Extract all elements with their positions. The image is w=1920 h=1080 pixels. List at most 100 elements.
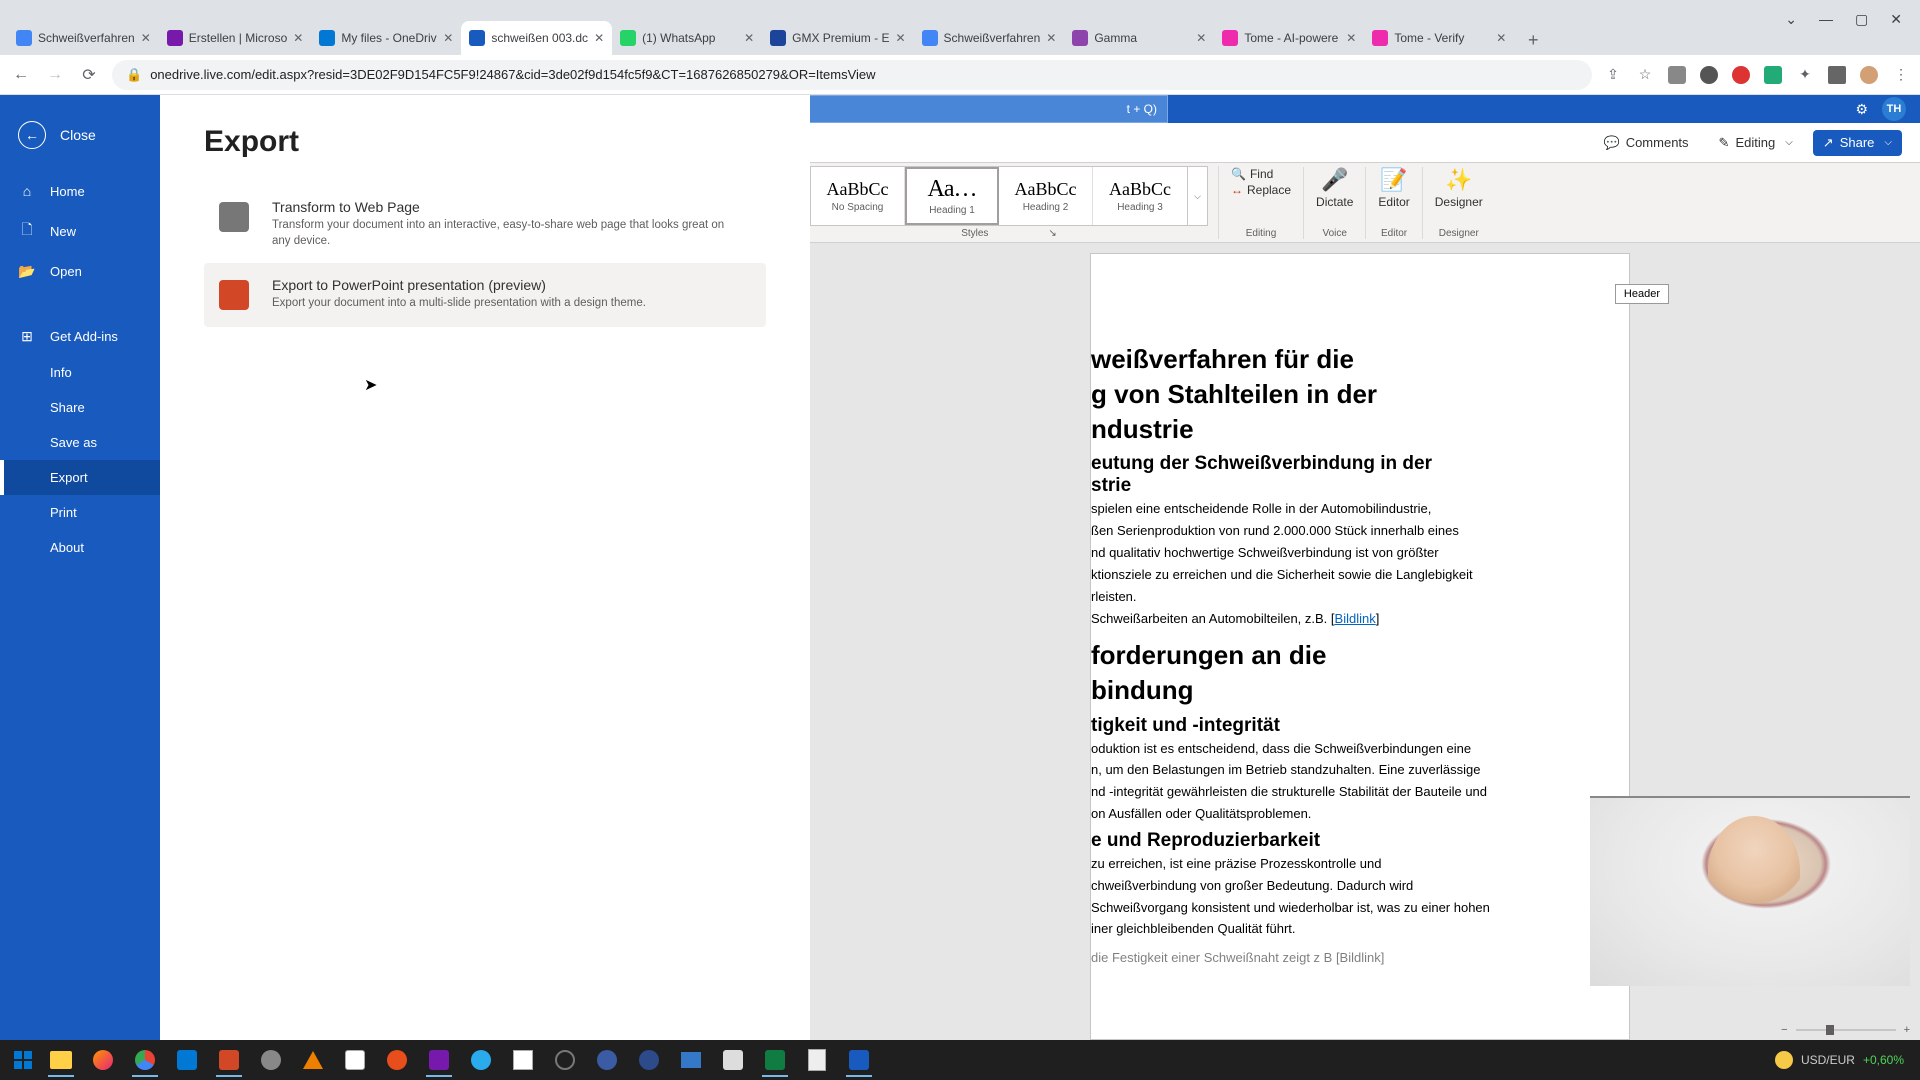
tab-close-icon[interactable]: ✕ bbox=[594, 31, 604, 45]
export-option[interactable]: Export to PowerPoint presentation (previ… bbox=[204, 263, 766, 327]
url-field[interactable]: 🔒 onedrive.live.com/edit.aspx?resid=3DE0… bbox=[112, 60, 1592, 90]
taskbar-firefox[interactable] bbox=[86, 1043, 120, 1077]
browser-tab[interactable]: schweißen 003.dc✕ bbox=[461, 21, 612, 55]
tab-close-icon[interactable]: ✕ bbox=[293, 31, 303, 45]
ext-icon-3[interactable] bbox=[1732, 66, 1750, 84]
taskbar-vlc[interactable] bbox=[296, 1043, 330, 1077]
chrome-menu-icon[interactable]: ⋮ bbox=[1892, 66, 1910, 84]
window-minimize-button[interactable]: — bbox=[1819, 11, 1833, 27]
style-option[interactable]: AaBbCcNo Spacing bbox=[811, 167, 905, 225]
nav-back-button[interactable]: ← bbox=[10, 64, 32, 86]
user-avatar[interactable]: TH bbox=[1882, 97, 1906, 121]
designer-icon[interactable]: ✨ bbox=[1445, 167, 1472, 193]
browser-tab[interactable]: Tome - Verify✕ bbox=[1364, 21, 1514, 55]
taskbar-word[interactable] bbox=[842, 1043, 876, 1077]
tab-close-icon[interactable]: ✕ bbox=[1196, 31, 1206, 45]
profile-avatar[interactable] bbox=[1860, 66, 1878, 84]
taskbar-excel[interactable] bbox=[758, 1043, 792, 1077]
browser-tab[interactable]: Erstellen | Microso✕ bbox=[159, 21, 312, 55]
bookmark-icon[interactable]: ☆ bbox=[1636, 66, 1654, 84]
export-option[interactable]: Transform to Web PageTransform your docu… bbox=[204, 185, 766, 263]
browser-tab[interactable]: Tome - AI-powere✕ bbox=[1214, 21, 1364, 55]
zoom-out-button[interactable]: − bbox=[1781, 1024, 1787, 1036]
backstage-nav-item[interactable]: ⌂Home bbox=[0, 173, 160, 209]
browser-tab[interactable]: Schweißverfahren✕ bbox=[8, 21, 159, 55]
taskbar-app-2[interactable] bbox=[338, 1043, 372, 1077]
taskbar-app-8[interactable] bbox=[674, 1043, 708, 1077]
browser-tab[interactable]: Gamma ✕ bbox=[1064, 21, 1214, 55]
styles-dialog-launcher[interactable]: ↘ bbox=[1048, 228, 1056, 239]
start-button[interactable] bbox=[6, 1043, 40, 1077]
zoom-control[interactable]: − + bbox=[1781, 1024, 1910, 1036]
tab-search-icon[interactable]: ⌄ bbox=[1785, 11, 1797, 28]
comments-button[interactable]: 💬Comments bbox=[1594, 130, 1699, 156]
taskbar-telegram[interactable] bbox=[464, 1043, 498, 1077]
tab-close-icon[interactable]: ✕ bbox=[141, 31, 151, 45]
style-option[interactable]: AaBbCcHeading 2 bbox=[999, 167, 1093, 225]
style-gallery-more[interactable]: ⌵ bbox=[1188, 166, 1208, 226]
tab-close-icon[interactable]: ✕ bbox=[1496, 31, 1506, 45]
window-close-button[interactable]: ✕ bbox=[1890, 11, 1902, 28]
backstage-nav-item[interactable]: 📂Open bbox=[0, 253, 160, 290]
taskbar-outlook[interactable] bbox=[170, 1043, 204, 1077]
new-tab-button[interactable]: + bbox=[1518, 25, 1548, 55]
backstage-nav-item[interactable]: Info bbox=[0, 355, 160, 390]
nav-reload-button[interactable]: ⟳ bbox=[78, 64, 100, 86]
ext-icon-2[interactable] bbox=[1700, 66, 1718, 84]
ext-icon-5[interactable] bbox=[1828, 66, 1846, 84]
backstage-nav-item[interactable]: Share bbox=[0, 390, 160, 425]
ext-icon-4[interactable] bbox=[1764, 66, 1782, 84]
image-link[interactable]: Bildlink bbox=[1335, 611, 1376, 626]
zoom-slider[interactable] bbox=[1796, 1029, 1896, 1031]
taskbar-app-7[interactable] bbox=[632, 1043, 666, 1077]
nav-label: Info bbox=[50, 365, 72, 380]
mic-icon[interactable]: 🎤 bbox=[1321, 167, 1348, 193]
tell-me-search[interactable]: t + Q) bbox=[808, 95, 1168, 123]
header-chip[interactable]: Header bbox=[1615, 284, 1669, 304]
editor-icon[interactable]: 📝 bbox=[1380, 167, 1407, 193]
backstage-nav-item[interactable]: ⊞Get Add-ins bbox=[0, 318, 160, 355]
taskbar-app-4[interactable] bbox=[506, 1043, 540, 1077]
backstage-nav-item[interactable]: Export bbox=[0, 460, 160, 495]
share-icon[interactable]: ⇪ bbox=[1604, 66, 1622, 84]
tab-close-icon[interactable]: ✕ bbox=[895, 31, 905, 45]
style-gallery[interactable]: AaBbCcNo SpacingAa…Heading 1AaBbCcHeadin… bbox=[810, 166, 1188, 226]
backstage-close-button[interactable]: ← Close bbox=[0, 111, 160, 173]
backstage-nav-item[interactable]: About bbox=[0, 530, 160, 565]
taskbar-explorer[interactable] bbox=[44, 1043, 78, 1077]
style-option[interactable]: AaBbCcHeading 3 bbox=[1093, 167, 1187, 225]
browser-tab[interactable]: (1) WhatsApp✕ bbox=[612, 21, 762, 55]
backstage-nav-item[interactable]: 🗋New bbox=[0, 209, 160, 253]
replace-button[interactable]: ↔Replace bbox=[1231, 183, 1291, 197]
taskbar-chrome[interactable] bbox=[128, 1043, 162, 1077]
find-button[interactable]: 🔍Find bbox=[1231, 167, 1273, 181]
taskbar-powerpoint[interactable] bbox=[212, 1043, 246, 1077]
window-maximize-button[interactable]: ▢ bbox=[1855, 11, 1868, 28]
taskbar-app-9[interactable] bbox=[716, 1043, 750, 1077]
browser-tab[interactable]: My files - OneDriv✕ bbox=[311, 21, 461, 55]
taskbar-app-5[interactable] bbox=[548, 1043, 582, 1077]
tab-close-icon[interactable]: ✕ bbox=[1046, 31, 1056, 45]
zoom-in-button[interactable]: + bbox=[1904, 1024, 1910, 1036]
ext-icon-1[interactable] bbox=[1668, 66, 1686, 84]
taskbar-ticker[interactable]: USD/EUR +0,60% bbox=[1775, 1051, 1904, 1069]
share-button[interactable]: ↗Share⌵ bbox=[1813, 130, 1902, 156]
tab-close-icon[interactable]: ✕ bbox=[1346, 31, 1356, 45]
taskbar-app-1[interactable] bbox=[254, 1043, 288, 1077]
settings-icon[interactable]: ⚙ bbox=[1855, 101, 1868, 118]
taskbar-app-10[interactable] bbox=[800, 1043, 834, 1077]
backstage-nav-item[interactable]: Print bbox=[0, 495, 160, 530]
editing-mode-button[interactable]: ✎Editing⌵ bbox=[1709, 130, 1803, 156]
style-option[interactable]: Aa…Heading 1 bbox=[905, 167, 999, 225]
taskbar-onenote[interactable] bbox=[422, 1043, 456, 1077]
backstage-nav-item[interactable]: Save as bbox=[0, 425, 160, 460]
browser-tab[interactable]: GMX Premium - E✕ bbox=[762, 21, 913, 55]
tab-title: Gamma bbox=[1094, 31, 1190, 45]
browser-tab[interactable]: Schweißverfahren✕ bbox=[914, 21, 1065, 55]
tab-close-icon[interactable]: ✕ bbox=[443, 31, 453, 45]
extensions-icon[interactable]: ✦ bbox=[1796, 66, 1814, 84]
coin-icon bbox=[1775, 1051, 1793, 1069]
taskbar-app-6[interactable] bbox=[590, 1043, 624, 1077]
taskbar-app-3[interactable] bbox=[380, 1043, 414, 1077]
tab-close-icon[interactable]: ✕ bbox=[744, 31, 754, 45]
